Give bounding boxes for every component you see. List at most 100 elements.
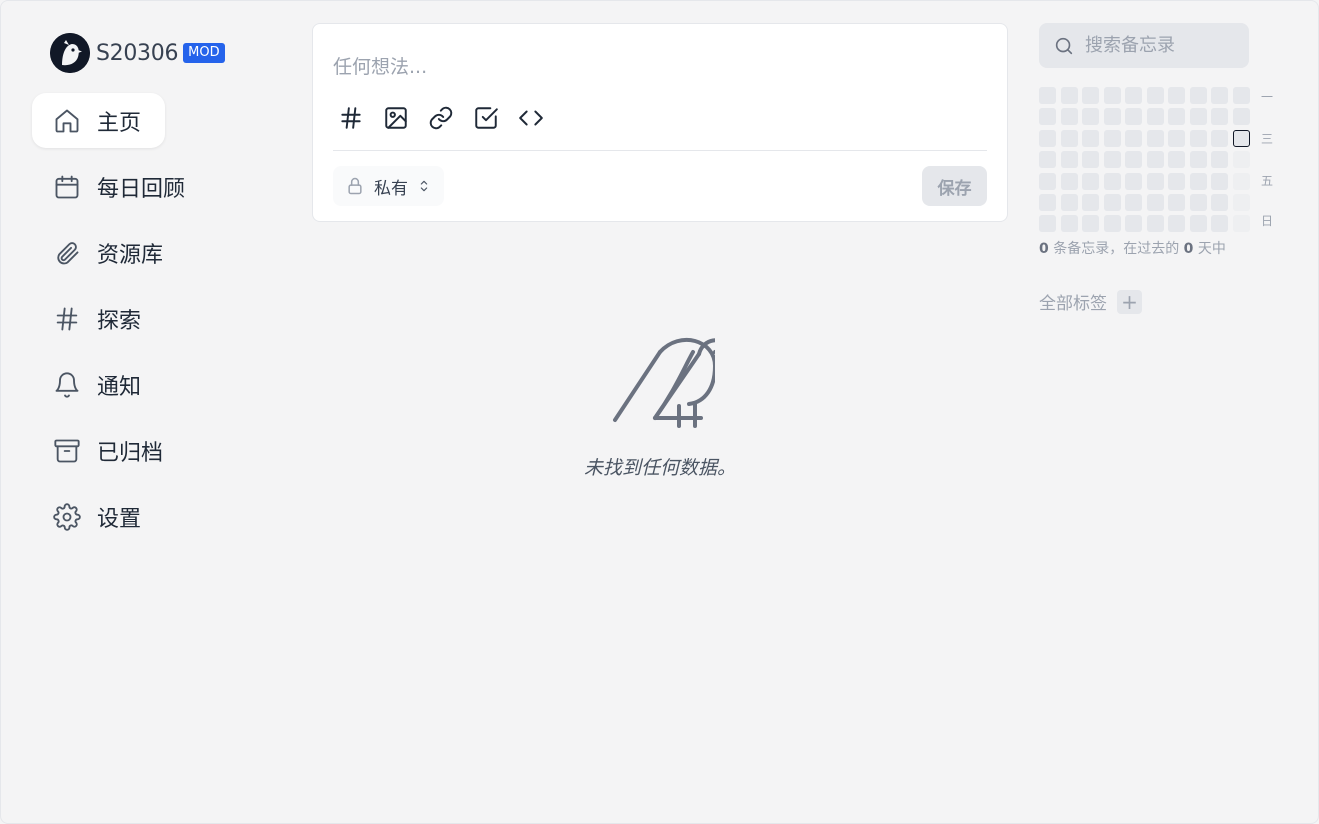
heatmap-cell[interactable]: [1168, 193, 1185, 211]
nav-item-archived[interactable]: 已归档: [32, 423, 184, 478]
heatmap-cell[interactable]: [1060, 172, 1078, 190]
heatmap-cell[interactable]: [1146, 151, 1164, 169]
search-input[interactable]: [1085, 35, 1235, 56]
heatmap-cell[interactable]: [1103, 151, 1121, 169]
heatmap-cell[interactable]: [1060, 215, 1078, 233]
heatmap-cell[interactable]: [1189, 215, 1207, 233]
heatmap-cell[interactable]: [1039, 129, 1056, 147]
home-icon: [55, 109, 79, 132]
heatmap-cell[interactable]: [1060, 108, 1078, 126]
heatmap-cell[interactable]: [1146, 193, 1164, 211]
heatmap-cell[interactable]: [1082, 151, 1099, 169]
insert-code-button[interactable]: [513, 104, 549, 132]
heatmap-cell[interactable]: [1232, 215, 1250, 233]
heatmap-cell[interactable]: [1039, 108, 1056, 126]
heatmap-cell[interactable]: [1103, 172, 1121, 190]
heatmap-cell[interactable]: [1146, 172, 1164, 190]
heatmap-cell[interactable]: [1082, 129, 1099, 147]
user-header[interactable]: S20306 MOD: [32, 22, 272, 84]
heatmap-cell[interactable]: [1103, 87, 1121, 104]
heatmap-cell[interactable]: [1168, 172, 1185, 190]
heatmap-cell[interactable]: [1103, 215, 1121, 233]
insert-link-button[interactable]: [423, 104, 459, 132]
heatmap-cell[interactable]: [1125, 129, 1142, 147]
heatmap-cell[interactable]: [1039, 151, 1056, 169]
heatmap-cell[interactable]: [1168, 215, 1185, 233]
heatmap-cell[interactable]: [1168, 108, 1185, 126]
memo-input[interactable]: 任何想法...: [333, 52, 427, 79]
empty-state-text: 未找到任何数据。: [583, 457, 736, 479]
nav-item-resources[interactable]: 资源库: [32, 225, 184, 280]
heatmap-cell[interactable]: [1211, 87, 1228, 104]
heatmap-cell[interactable]: [1232, 87, 1250, 104]
heatmap-cell[interactable]: [1211, 151, 1228, 169]
heatmap-cell[interactable]: [1039, 87, 1056, 104]
heatmap-cell[interactable]: [1232, 151, 1250, 169]
heatmap-cell[interactable]: [1146, 87, 1164, 104]
heatmap-cell[interactable]: [1060, 193, 1078, 211]
heatmap-cell[interactable]: [1125, 215, 1142, 233]
heatmap-cell[interactable]: [1103, 129, 1121, 147]
heatmap-cell[interactable]: [1082, 215, 1099, 233]
heatmap-cell[interactable]: [1168, 129, 1185, 147]
heatmap-cell[interactable]: [1125, 108, 1142, 126]
heatmap-cell[interactable]: [1211, 172, 1228, 190]
heatmap-cell[interactable]: [1125, 172, 1142, 190]
heatmap-cell[interactable]: [1146, 215, 1164, 233]
nav-item-settings[interactable]: 设置: [32, 489, 162, 544]
heatmap-cell[interactable]: [1168, 87, 1185, 104]
heatmap-cell[interactable]: [1168, 151, 1185, 169]
weekday-label-sun: 日: [1261, 214, 1274, 228]
heatmap-cell[interactable]: [1189, 108, 1207, 126]
nav-item-notifications[interactable]: 通知: [32, 357, 162, 412]
heatmap-cell[interactable]: [1189, 172, 1207, 190]
heatmap-cell[interactable]: [1060, 151, 1078, 169]
stats-text-1: 条备忘录，在过去的: [1053, 241, 1180, 257]
heatmap-cell[interactable]: [1039, 172, 1056, 190]
link-icon: [429, 106, 453, 130]
heatmap-cell[interactable]: [1103, 193, 1121, 211]
heatmap-cell[interactable]: [1189, 129, 1207, 147]
memo-count: 0: [1039, 241, 1049, 257]
avatar[interactable]: [50, 33, 90, 73]
nav-item-daily-review[interactable]: 每日回顾: [32, 159, 206, 214]
heatmap-cell[interactable]: [1211, 193, 1228, 211]
heatmap-cell[interactable]: [1125, 151, 1142, 169]
heatmap-cell[interactable]: [1039, 193, 1056, 211]
search-box[interactable]: [1039, 23, 1249, 68]
heatmap-cell[interactable]: [1211, 108, 1228, 126]
weekday-label-wed: 三: [1261, 132, 1274, 146]
heatmap-cell[interactable]: [1232, 172, 1250, 190]
heatmap-cell[interactable]: [1189, 151, 1207, 169]
heatmap-cell[interactable]: [1232, 108, 1250, 126]
heatmap-cell[interactable]: [1146, 129, 1164, 147]
heatmap-cell[interactable]: [1211, 215, 1228, 233]
heatmap-cell[interactable]: [1082, 108, 1099, 126]
heatmap-cell[interactable]: [1082, 172, 1099, 190]
paperclip-icon: [57, 241, 79, 264]
heatmap-cell[interactable]: [1082, 193, 1099, 211]
visibility-selector[interactable]: 私有: [333, 166, 444, 206]
nav-item-home[interactable]: 主页: [32, 93, 166, 148]
nav-item-explore[interactable]: 探索: [32, 291, 162, 346]
heatmap-cell[interactable]: [1103, 108, 1121, 126]
heatmap-cell[interactable]: [1211, 129, 1228, 147]
heatmap-cell[interactable]: [1146, 108, 1164, 126]
heatmap-cell[interactable]: [1082, 87, 1099, 104]
save-button[interactable]: 保存: [922, 166, 987, 206]
add-tag-button[interactable]: +: [1117, 289, 1142, 314]
heatmap-cell[interactable]: [1189, 193, 1207, 211]
insert-checkbox-button[interactable]: [468, 104, 504, 132]
heatmap-cell[interactable]: [1189, 87, 1207, 104]
insert-tag-button[interactable]: [333, 104, 369, 132]
insert-image-button[interactable]: [378, 104, 414, 132]
heatmap-cell[interactable]: [1232, 129, 1250, 147]
heatmap-cell[interactable]: [1125, 193, 1142, 211]
nav-label-resources: 资源库: [97, 242, 164, 268]
heatmap-cell[interactable]: [1232, 193, 1250, 211]
heatmap-cell[interactable]: [1125, 87, 1142, 104]
heatmap-cell[interactable]: [1060, 129, 1078, 147]
editor-toolbar: [333, 104, 549, 132]
heatmap-cell[interactable]: [1039, 215, 1056, 233]
heatmap-cell[interactable]: [1060, 87, 1078, 104]
